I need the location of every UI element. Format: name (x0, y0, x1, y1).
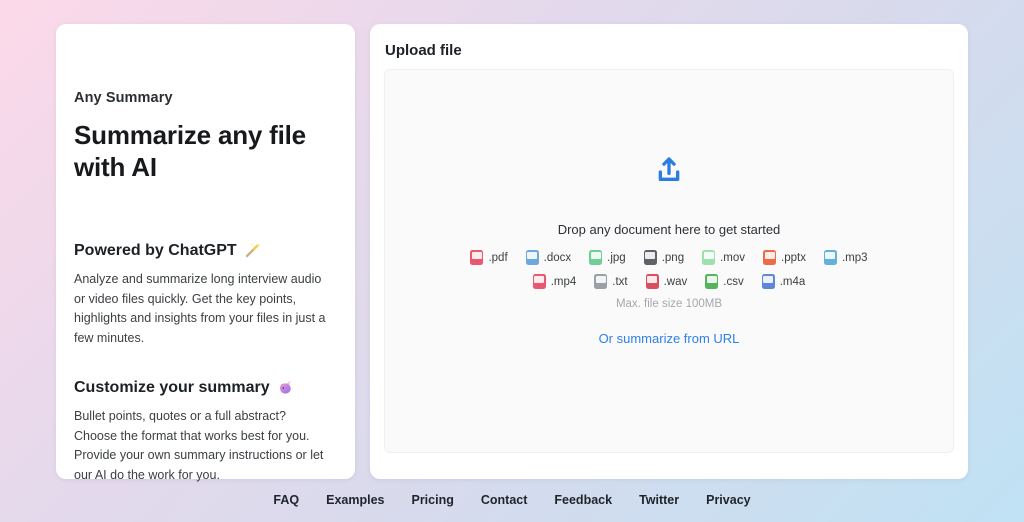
footer-link[interactable]: Contact (481, 493, 528, 507)
file-type-chip: .txt (594, 274, 628, 289)
footer-link[interactable]: Feedback (554, 493, 612, 507)
section-powered-by-chatgpt: Powered by ChatGPT Analyze and summarize… (74, 242, 333, 349)
section-heading: Powered by ChatGPT (74, 241, 237, 259)
file-icon (763, 250, 777, 265)
file-type-chip: .docx (525, 250, 572, 265)
footer-link[interactable]: Pricing (411, 493, 453, 507)
intro-card: Any Summary Summarize any file with AI P… (56, 24, 355, 482)
file-extension-label: .mp3 (841, 251, 868, 264)
file-type-chip: .mp3 (823, 250, 868, 265)
file-icon (645, 274, 659, 289)
file-extension-label: .m4a (779, 275, 806, 288)
file-type-chip: .png (643, 250, 685, 265)
file-type-row-2: .mp4 .txt .wav .csv .m4a (532, 274, 806, 289)
file-type-chip: .jpg (589, 250, 626, 265)
file-extension-label: .mp4 (550, 275, 577, 288)
file-type-chip: .m4a (761, 274, 806, 289)
file-icon (643, 250, 657, 265)
footer-link[interactable]: Twitter (639, 493, 679, 507)
file-type-chip: .pdf (470, 250, 508, 265)
section-heading: Customize your summary (74, 378, 270, 396)
file-icon (525, 250, 539, 265)
footer-link[interactable]: Privacy (706, 493, 750, 507)
upload-icon (653, 154, 685, 186)
file-extension-label: .mov (720, 251, 746, 264)
file-dropzone[interactable]: Drop any document here to get started .p… (384, 69, 954, 453)
section-body: Bullet points, quotes or a full abstract… (74, 408, 324, 483)
file-extension-label: .pdf (488, 251, 508, 264)
file-extension-label: .wav (663, 275, 688, 288)
file-extension-label: .txt (612, 275, 628, 288)
footer-link[interactable]: Examples (326, 493, 384, 507)
file-icon (470, 250, 484, 265)
summarize-from-url-link[interactable]: Or summarize from URL (599, 331, 740, 346)
file-icon (532, 274, 546, 289)
file-type-chip: .pptx (763, 250, 806, 265)
app-title: Any Summary (74, 90, 173, 106)
file-type-chip: .mp4 (532, 274, 577, 289)
file-extension-label: .docx (543, 251, 572, 264)
file-extension-label: .jpg (607, 251, 626, 264)
file-icon (589, 250, 603, 265)
file-extension-label: .png (661, 251, 685, 264)
upload-card: Upload file Drop any document here to ge… (370, 24, 968, 479)
file-icon (702, 250, 716, 265)
footer-nav: FAQ Examples Pricing Contact Feedback Tw… (0, 493, 1024, 507)
section-customize-summary: Customize your summary Bullet points, qu… (74, 379, 333, 486)
file-icon (705, 274, 719, 289)
file-icon (761, 274, 775, 289)
section-body: Analyze and summarize long interview aud… (74, 271, 326, 346)
file-extension-label: .pptx (781, 251, 806, 264)
file-type-chip: .wav (645, 274, 688, 289)
file-type-row-1: .pdf .docx .jpg .png .mov .pptx .mp3 (470, 250, 868, 265)
magic-wand-icon (244, 242, 261, 259)
file-type-chip: .csv (705, 274, 744, 289)
file-type-chip: .mov (702, 250, 745, 265)
max-file-size-note: Max. file size 100MB (615, 298, 723, 310)
hero-title: Summarize any file with AI (74, 120, 306, 182)
file-icon (823, 250, 837, 265)
file-icon (594, 274, 608, 289)
footer-link[interactable]: FAQ (273, 493, 299, 507)
unicorn-icon (277, 379, 294, 396)
dropzone-instruction: Drop any document here to get started (557, 222, 781, 237)
file-extension-label: .csv (723, 275, 744, 288)
upload-panel-title: Upload file (385, 42, 462, 59)
